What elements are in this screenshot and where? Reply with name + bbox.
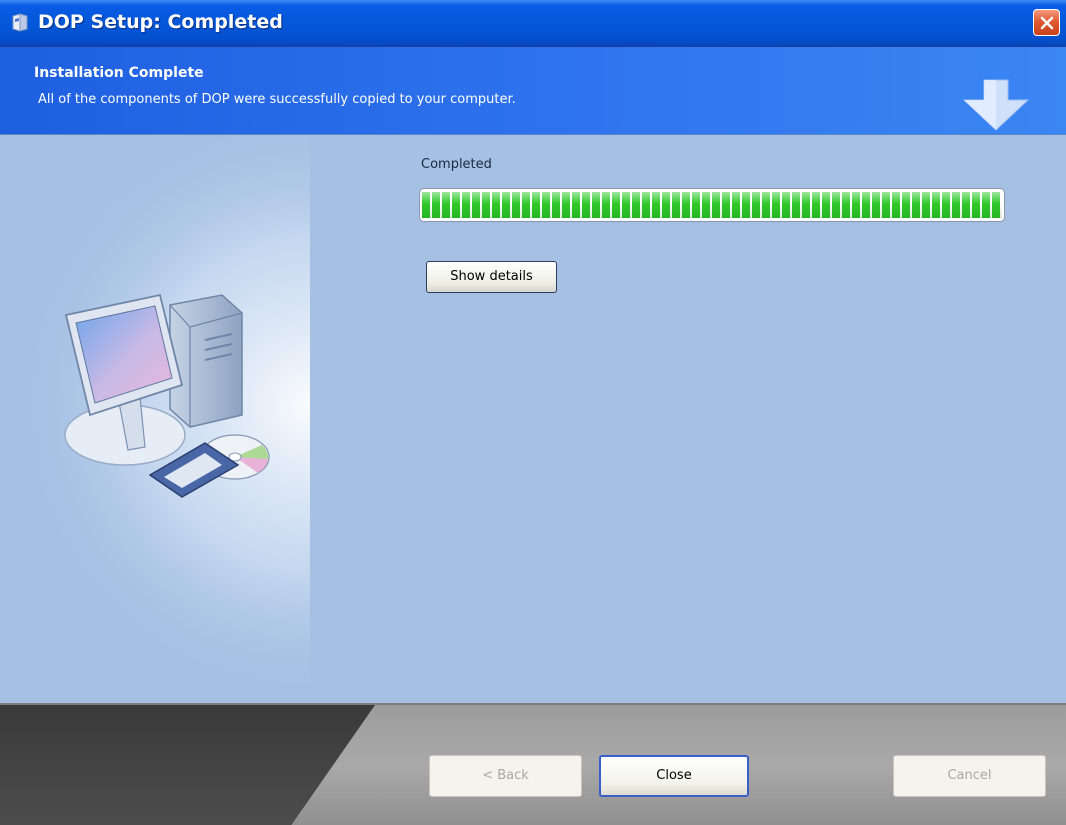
close-button[interactable]: Close <box>599 755 749 797</box>
content-area: Completed Show details <box>0 135 1066 703</box>
status-label: Completed <box>421 157 492 172</box>
close-icon <box>1040 16 1054 30</box>
header-band: Installation Complete All of the compone… <box>0 47 1066 135</box>
footer-bar: < Back Close Cancel <box>0 703 1066 825</box>
show-details-button[interactable]: Show details <box>426 261 557 293</box>
progress-bar-fill <box>422 192 1002 218</box>
header-title: Installation Complete <box>34 65 204 81</box>
close-window-button[interactable] <box>1033 9 1060 36</box>
back-button[interactable]: < Back <box>429 755 582 797</box>
progress-bar <box>419 188 1005 222</box>
setup-icon <box>11 13 29 33</box>
illustration-panel <box>0 135 310 703</box>
setup-window: DOP Setup: Completed Installation Comple… <box>0 0 1066 825</box>
title-bar[interactable]: DOP Setup: Completed <box>0 0 1066 47</box>
header-subtitle: All of the components of DOP were succes… <box>38 92 516 107</box>
window-title: DOP Setup: Completed <box>38 11 283 33</box>
download-arrow-icon <box>962 79 1030 131</box>
cancel-button[interactable]: Cancel <box>893 755 1046 797</box>
